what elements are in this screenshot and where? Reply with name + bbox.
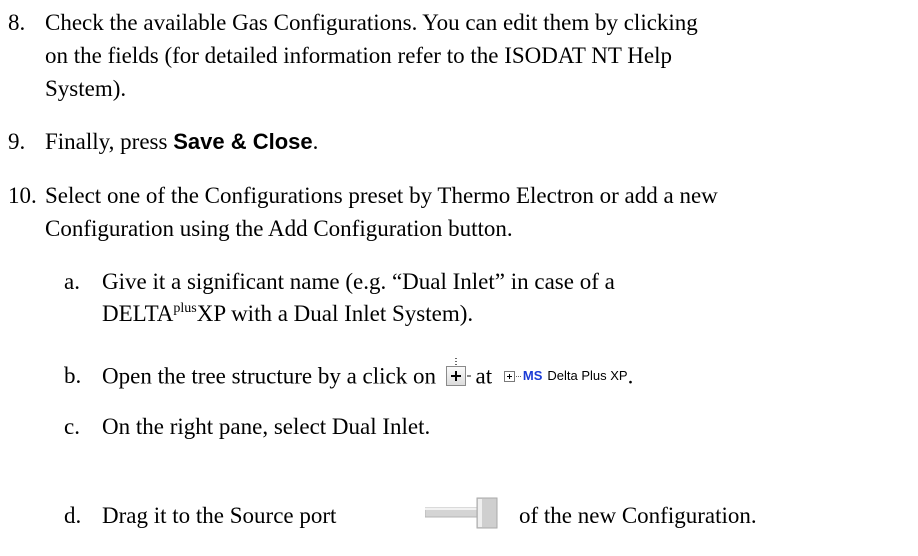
subitem-b-text-mid: at — [475, 363, 493, 389]
item-9-text: Finally, press Save & Close. — [45, 128, 318, 156]
subitem-b-text-after: . — [627, 363, 634, 389]
item-8-line-2: on the fields (for detailed information … — [45, 43, 673, 68]
subitem-b-text-before: Open the tree structure by a click on — [102, 363, 437, 389]
source-port-icon — [425, 497, 498, 529]
subitem-c-text: On the right pane, select Dual Inlet. — [102, 414, 431, 439]
subitem-a-line-2: DELTAplusXP with a Dual Inlet System). — [102, 300, 473, 328]
save-close-label: Save & Close — [173, 129, 313, 154]
instrument-name: Delta Plus XP — [547, 368, 628, 383]
tree-expand-icon — [503, 370, 515, 382]
subitem-letter: b. — [64, 363, 82, 388]
item-9-text-after: . — [312, 129, 319, 154]
item-8-line-3: System). — [45, 76, 127, 101]
subitem-a-line-1: Give it a significant name (e.g. “Dual I… — [102, 269, 615, 294]
subitem-d-text-before: Drag it to the Source port — [102, 503, 337, 528]
subitem-a-line-2-rest: XP with a Dual Inlet System). — [196, 301, 474, 326]
plus-superscript: plus — [173, 301, 197, 316]
item-10-line-2: Configuration using the Add Configuratio… — [45, 216, 513, 241]
subitem-d-text-after: of the new Configuration. — [519, 503, 757, 528]
subitem-letter: c. — [64, 414, 80, 439]
ms-tree-node-icon: MS Delta Plus XP — [503, 362, 628, 390]
delta-text: DELTA — [102, 301, 174, 326]
item-number: 10. — [8, 183, 37, 208]
subitem-letter: a. — [64, 269, 80, 294]
subitem-b-text: Open the tree structure by a click on at… — [102, 357, 634, 391]
item-8-line-1: Check the available Gas Configurations. … — [45, 10, 698, 35]
item-9-text-before: Finally, press — [45, 129, 174, 154]
ms-label: MS — [522, 368, 543, 383]
item-10-line-1: Select one of the Configurations preset … — [45, 183, 718, 208]
item-number: 8. — [8, 10, 26, 35]
subitem-letter: d. — [64, 503, 82, 528]
item-number: 9. — [8, 129, 26, 154]
expand-plus-icon — [445, 357, 471, 386]
